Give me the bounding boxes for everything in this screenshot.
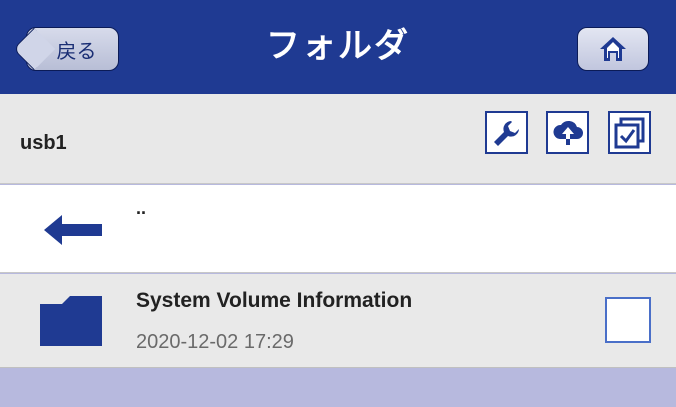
parent-folder-row[interactable] [0,185,676,273]
parent-folder-label: .. [136,198,147,218]
folder-icon [40,296,102,346]
app-window: 戻る フォルダ usb1 .. System Volume Informatio… [0,0,676,407]
wrench-icon [493,120,519,146]
current-path: usb1 [20,132,67,154]
back-button[interactable]: 戻る [12,27,119,71]
page-title: フォルダ [266,27,410,65]
back-arrow-icon [44,215,102,245]
settings-button[interactable] [485,111,528,154]
folder-name: System Volume Information [136,289,413,312]
header-bar: 戻る フォルダ [0,0,676,94]
cloud-upload-icon [552,120,583,145]
multi-select-button[interactable] [608,111,651,154]
home-button[interactable] [577,27,649,71]
multi-select-icon [614,117,644,148]
back-button-label: 戻る [56,40,97,63]
item-checkbox[interactable] [605,297,651,343]
home-icon [600,37,626,61]
folder-date: 2020-12-02 17:29 [136,331,294,353]
upload-button[interactable] [546,111,589,154]
